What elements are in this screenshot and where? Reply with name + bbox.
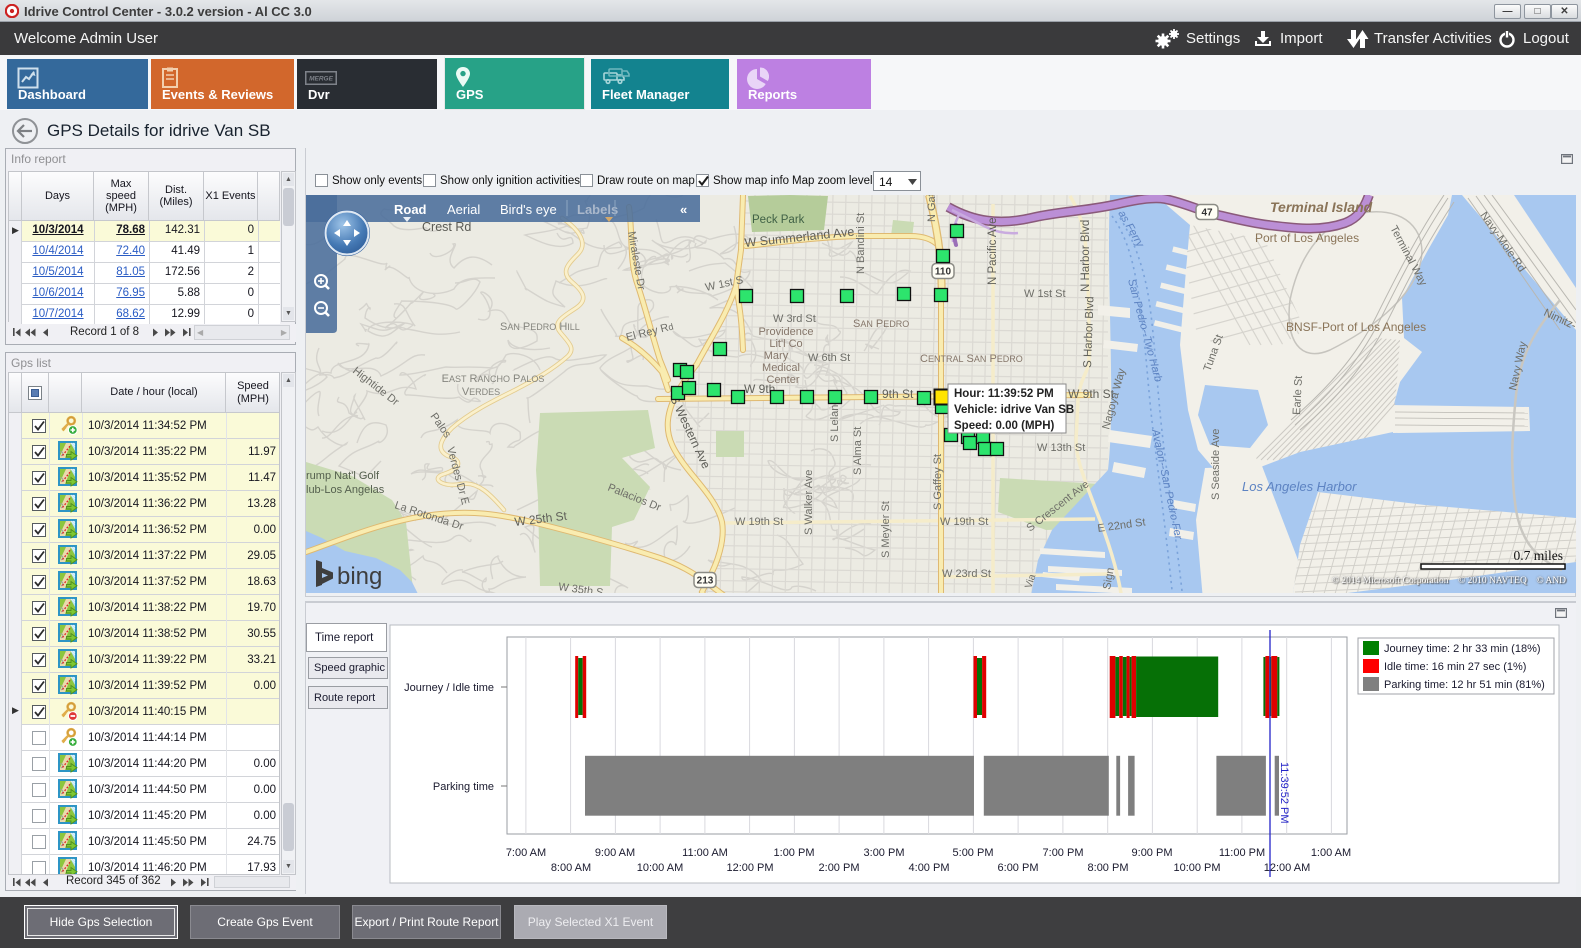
- svg-text:Crest Rd: Crest Rd: [422, 220, 471, 234]
- svg-text:11:39:52 PM: 11:39:52 PM: [1278, 762, 1290, 824]
- svg-text:SAN PEDRO HILL: SAN PEDRO HILL: [500, 321, 580, 333]
- svg-text:VERDES: VERDES: [462, 386, 500, 398]
- svg-text:W 19th St: W 19th St: [735, 516, 783, 528]
- svg-text:Mary: Mary: [764, 350, 789, 362]
- svg-text:Road: Road: [394, 202, 427, 217]
- svg-text:rump Nat'l Golf: rump Nat'l Golf: [306, 470, 380, 482]
- svg-text:W 19th St: W 19th St: [940, 516, 988, 528]
- svg-text:10:00 AM: 10:00 AM: [637, 862, 683, 874]
- svg-text:Vehicle: idrive Van SB: Vehicle: idrive Van SB: [954, 404, 1074, 416]
- svg-text:0.7 miles: 0.7 miles: [1514, 548, 1564, 563]
- svg-text:S Meyler St: S Meyler St: [880, 501, 892, 558]
- svg-text:Earle St: Earle St: [1291, 375, 1305, 415]
- svg-text:Center: Center: [766, 374, 799, 386]
- svg-text:213: 213: [697, 576, 714, 587]
- svg-text:7:00 AM: 7:00 AM: [506, 847, 546, 859]
- svg-text:12:00 AM: 12:00 AM: [1264, 862, 1310, 874]
- svg-text:W 6th St: W 6th St: [808, 352, 850, 364]
- svg-text:Hour: 11:39:52 PM: Hour: 11:39:52 PM: [954, 388, 1054, 400]
- svg-text:8:00 AM: 8:00 AM: [551, 862, 591, 874]
- svg-text:7:00 PM: 7:00 PM: [1043, 847, 1084, 859]
- svg-text:W 13th St: W 13th St: [1037, 442, 1085, 454]
- svg-text:12:00 PM: 12:00 PM: [726, 862, 773, 874]
- svg-text:SAN PEDRO: SAN PEDRO: [853, 318, 909, 330]
- svg-text:N Gaffey S: N Gaffey S: [926, 195, 938, 222]
- svg-text:N Harbor Blvd: N Harbor Blvd: [1080, 220, 1092, 292]
- svg-text:Parking time: Parking time: [433, 781, 494, 793]
- svg-text:S Walker Ave: S Walker Ave: [803, 470, 815, 535]
- svg-text:S Harbor Blvd: S Harbor Blvd: [1082, 296, 1096, 368]
- svg-text:9:00 AM: 9:00 AM: [595, 847, 635, 859]
- svg-text:lub-Los Angelas: lub-Los Angelas: [306, 484, 385, 496]
- svg-text:Port of Los Angeles: Port of Los Angeles: [1255, 231, 1359, 245]
- svg-text:47: 47: [1201, 208, 1213, 219]
- svg-text:© 2014 Microsoft Corporation: © 2014 Microsoft Corporation © 2010 NAVT…: [1332, 575, 1566, 586]
- svg-text:5:00 PM: 5:00 PM: [953, 847, 994, 859]
- svg-text:S Gaffey St: S Gaffey St: [932, 454, 944, 510]
- svg-text:3:00 PM: 3:00 PM: [864, 847, 905, 859]
- svg-text:9th St: 9th St: [882, 387, 914, 401]
- svg-text:EAST RANCHO PALOS: EAST RANCHO PALOS: [442, 373, 545, 385]
- svg-text:Providence: Providence: [758, 326, 813, 338]
- svg-text:8:00 PM: 8:00 PM: [1088, 862, 1129, 874]
- svg-text:6:00 PM: 6:00 PM: [998, 862, 1039, 874]
- svg-text:Los Angeles Harbor: Los Angeles Harbor: [1242, 479, 1357, 494]
- svg-text:bing: bing: [337, 563, 382, 590]
- svg-text:S Alma St: S Alma St: [852, 427, 864, 475]
- svg-text:W 23rd St: W 23rd St: [942, 568, 991, 580]
- svg-text:Peck Park: Peck Park: [752, 214, 805, 226]
- svg-text:9:00 PM: 9:00 PM: [1132, 847, 1173, 859]
- svg-text:S Seaside Ave: S Seaside Ave: [1210, 429, 1222, 500]
- svg-text:N Pacific Ave: N Pacific Ave: [987, 217, 999, 285]
- svg-text:11:00 PM: 11:00 PM: [1219, 847, 1265, 859]
- svg-text:Journey time: 2 hr 33 min (18%: Journey time: 2 hr 33 min (18%): [1384, 643, 1541, 655]
- svg-text:Idle time: 16 min 27 sec (1%): Idle time: 16 min 27 sec (1%): [1384, 661, 1526, 673]
- svg-text:11:00 AM: 11:00 AM: [682, 847, 728, 859]
- svg-text:Labels: Labels: [577, 202, 618, 217]
- svg-text:Bird's eye: Bird's eye: [500, 202, 557, 217]
- svg-text:BNSF-Port of Los Angeles: BNSF-Port of Los Angeles: [1286, 320, 1426, 334]
- svg-text:MERGE: MERGE: [309, 76, 334, 83]
- svg-text:Lit'l Co: Lit'l Co: [769, 338, 802, 350]
- svg-text:1:00 AM: 1:00 AM: [1311, 847, 1351, 859]
- svg-text:10:00 PM: 10:00 PM: [1173, 862, 1220, 874]
- svg-text:N Bandini St: N Bandini St: [855, 213, 867, 274]
- svg-text:Medical: Medical: [762, 362, 800, 374]
- svg-text:S Leland: S Leland: [829, 399, 841, 442]
- svg-text:4:00 PM: 4:00 PM: [909, 862, 950, 874]
- svg-text:CENTRAL SAN PEDRO: CENTRAL SAN PEDRO: [920, 353, 1023, 365]
- svg-text:Parking time: 12 hr 51 min (81: Parking time: 12 hr 51 min (81%): [1384, 679, 1545, 691]
- svg-text:W 1st St: W 1st St: [1024, 288, 1066, 300]
- svg-text:1:00 PM: 1:00 PM: [774, 847, 815, 859]
- svg-text:Aerial: Aerial: [447, 202, 480, 217]
- svg-text:«: «: [680, 202, 687, 217]
- svg-text:2:00 PM: 2:00 PM: [819, 862, 860, 874]
- svg-text:110: 110: [935, 267, 952, 278]
- svg-text:Journey / Idle time: Journey / Idle time: [404, 682, 494, 694]
- svg-text:W 3rd St: W 3rd St: [773, 313, 816, 325]
- svg-text:Terminal Island: Terminal Island: [1270, 199, 1373, 215]
- svg-text:Speed: 0.00 (MPH): Speed: 0.00 (MPH): [954, 420, 1054, 432]
